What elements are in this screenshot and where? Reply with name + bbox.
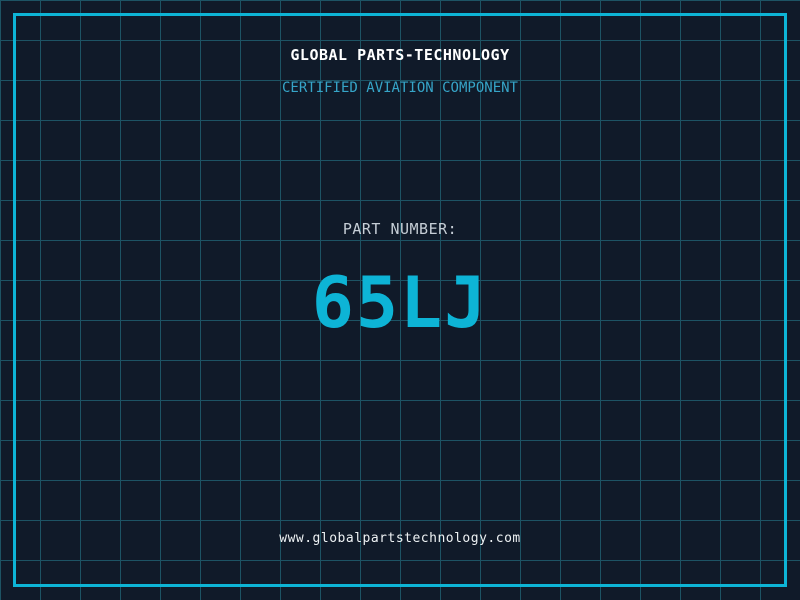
certification-subtitle: CERTIFIED AVIATION COMPONENT [281, 80, 518, 96]
part-number-label: PART NUMBER: [342, 220, 458, 238]
certificate-card: GLOBAL PARTS-TECHNOLOGY CERTIFIED AVIATI… [0, 0, 800, 600]
part-number-value: 65LJ [311, 262, 489, 344]
website-url: www.globalpartstechnology.com [279, 531, 521, 546]
company-title: GLOBAL PARTS-TECHNOLOGY [290, 46, 510, 64]
